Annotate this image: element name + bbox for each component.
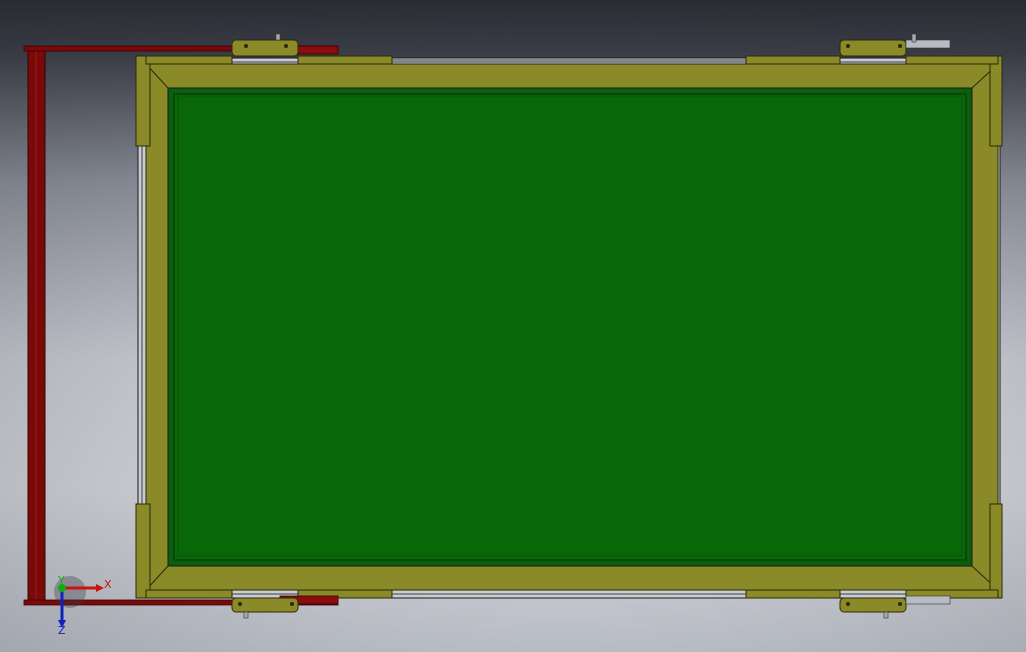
hinge-bottom-left[interactable] (231, 597, 299, 619)
green-panel[interactable] (167, 87, 973, 567)
cad-viewport[interactable]: X Y Z (0, 0, 1026, 652)
x-axis-label: X (104, 578, 112, 591)
orientation-triad[interactable]: X Y Z (54, 574, 112, 637)
cad-model[interactable]: X Y Z (0, 0, 1026, 652)
z-axis-label: Z (58, 624, 66, 637)
hinge-top-right[interactable] (839, 33, 951, 57)
hinge-top-left[interactable] (231, 33, 299, 57)
hinge-bottom-right[interactable] (839, 595, 951, 619)
y-axis-label: Y (57, 574, 65, 587)
